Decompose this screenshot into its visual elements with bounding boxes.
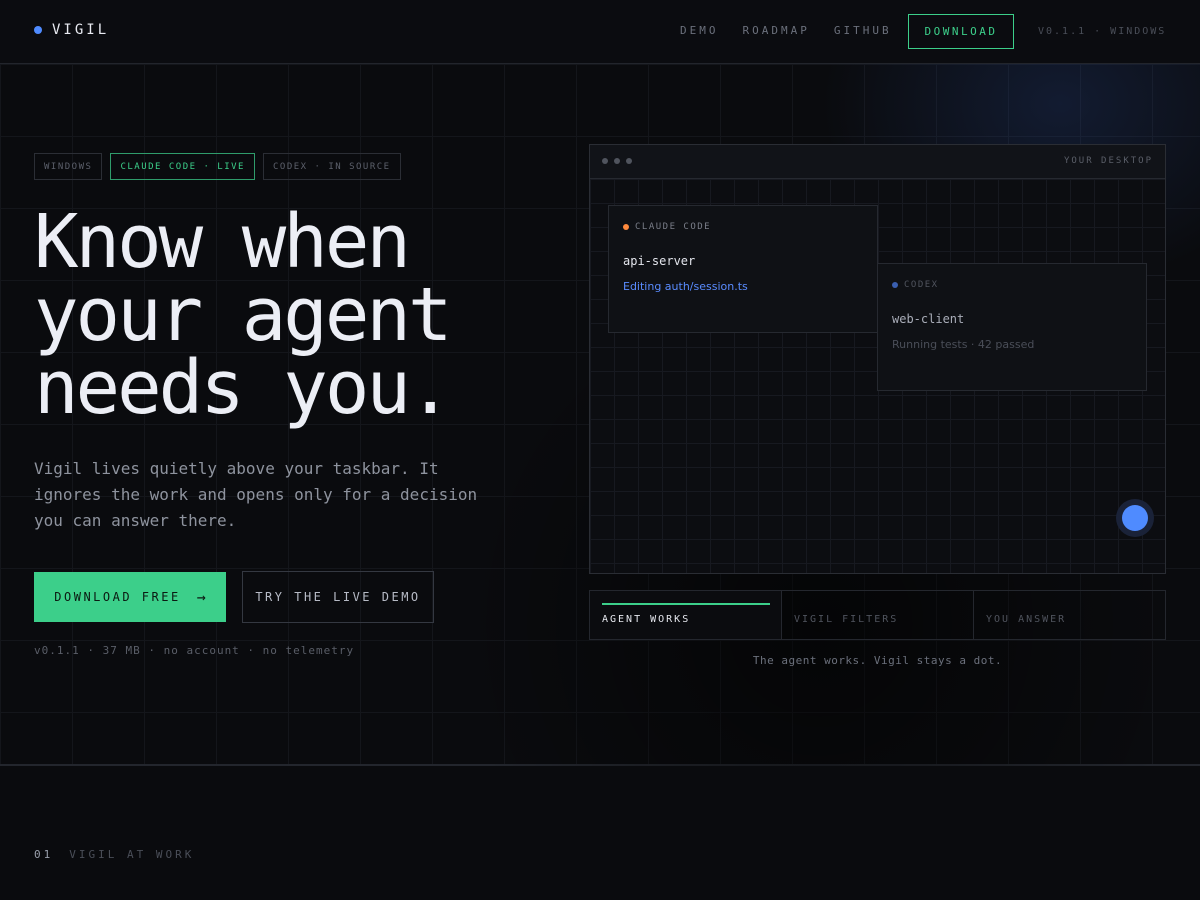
try-live-demo-button[interactable]: TRY THE LIVE DEMO: [242, 571, 434, 623]
window-dot-icon: [614, 158, 620, 164]
download-free-button[interactable]: DOWNLOAD FREE →: [34, 572, 226, 622]
section-heading: 01 VIGIL AT WORK: [34, 848, 194, 861]
step-vigil-filters[interactable]: VIGIL FILTERS: [782, 591, 974, 639]
tag-windows: WINDOWS: [34, 153, 103, 180]
tag-codex-in-source: CODEX · IN SOURCE: [262, 153, 401, 180]
nav-version: V0.1.1 · WINDOWS: [1038, 26, 1167, 37]
brand-dot-icon: [34, 26, 42, 34]
agent-card-codex[interactable]: CODEX web-client Running tests · 42 pass…: [877, 263, 1147, 391]
nav-link-github[interactable]: GITHUB: [834, 24, 892, 37]
card-header: CODEX: [892, 280, 939, 290]
step-agent-works[interactable]: AGENT WORKS: [590, 591, 782, 639]
step-progress-bar: [602, 603, 770, 605]
headline-line-1: Know when: [34, 199, 411, 285]
vigil-dot-icon: [1122, 505, 1148, 531]
headline-line-3: needs you.: [34, 345, 453, 431]
nav-download-button[interactable]: DOWNLOAD: [908, 14, 1014, 49]
steps-caption: The agent works. Vigil stays a dot.: [752, 654, 1003, 667]
brand[interactable]: VIGIL: [34, 22, 109, 38]
platform-tags: WINDOWS CLAUDE CODE · LIVE CODEX · IN SO…: [34, 153, 401, 180]
step-label: AGENT WORKS: [602, 614, 691, 625]
step-label: YOU ANSWER: [986, 614, 1067, 625]
desktop-titlebar: YOUR DESKTOP: [590, 145, 1165, 179]
window-dot-icon: [626, 158, 632, 164]
card-status-text: Editing auth/session.ts: [623, 280, 748, 293]
vigil-dot-indicator[interactable]: [1116, 499, 1154, 537]
desktop-preview: YOUR DESKTOP CLAUDE CODE api-server Edit…: [589, 144, 1166, 574]
release-meta: v0.1.1 · 37 MB · no account · no telemet…: [34, 644, 355, 657]
card-header: CLAUDE CODE: [623, 222, 711, 232]
status-dot-icon: [623, 224, 629, 230]
desktop-canvas: CLAUDE CODE api-server Editing auth/sess…: [590, 179, 1165, 573]
headline-line-2: your agent: [34, 272, 453, 358]
tag-claude-code-live: CLAUDE CODE · LIVE: [110, 153, 255, 180]
agent-card-claude[interactable]: CLAUDE CODE api-server Editing auth/sess…: [608, 205, 878, 333]
top-nav: VIGIL DEMO ROADMAP GITHUB DOWNLOAD V0.1.…: [0, 0, 1200, 64]
hero-subtitle: Vigil lives quietly above your taskbar. …: [34, 459, 478, 530]
step-you-answer[interactable]: YOU ANSWER: [974, 591, 1165, 639]
status-dot-icon: [892, 282, 898, 288]
desktop-label: YOUR DESKTOP: [1063, 156, 1153, 166]
window-dot-icon: [602, 158, 608, 164]
window-dots: [602, 158, 632, 164]
nav-link-roadmap[interactable]: ROADMAP: [743, 24, 810, 37]
brand-name: VIGIL: [52, 22, 110, 38]
hero-section: WINDOWS CLAUDE CODE · LIVE CODEX · IN SO…: [0, 64, 1200, 766]
card-status-text: Running tests · 42 passed: [892, 338, 1035, 351]
card-agent-name: CLAUDE CODE: [635, 222, 712, 232]
section-number: 01: [34, 848, 54, 861]
section-title: VIGIL AT WORK: [69, 848, 195, 861]
nav-link-demo[interactable]: DEMO: [680, 24, 719, 37]
card-project-name: api-server: [623, 254, 696, 268]
workflow-steps: AGENT WORKS VIGIL FILTERS YOU ANSWER: [589, 590, 1166, 640]
arrow-right-icon: →: [196, 588, 206, 606]
card-project-name: web-client: [892, 312, 965, 326]
step-label: VIGIL FILTERS: [794, 614, 899, 625]
nav-links: DEMO ROADMAP GITHUB: [680, 24, 892, 37]
card-agent-name: CODEX: [904, 280, 939, 290]
download-free-label: DOWNLOAD FREE: [54, 590, 181, 604]
hero-headline: Know when your agent needs you.: [34, 199, 554, 431]
